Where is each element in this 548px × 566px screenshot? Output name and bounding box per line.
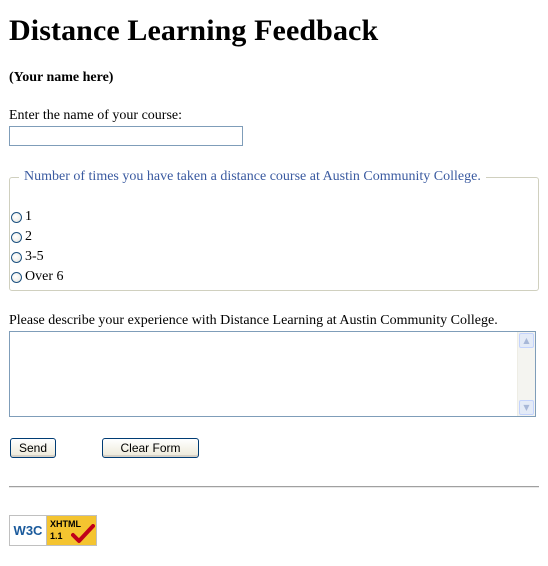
horizontal-divider [9,486,539,488]
times-option-3-5[interactable]: 3-5 [11,249,44,265]
scroll-up-arrow-icon[interactable]: ▲ [519,333,534,348]
option-label: 1 [25,209,32,224]
course-name-input[interactable] [9,126,243,146]
radio-button[interactable] [11,231,22,243]
scroll-down-arrow-icon[interactable]: ▼ [519,400,534,415]
times-fieldset: Number of times you have taken a distanc… [9,169,539,291]
option-label: Over 6 [25,269,64,284]
w3c-logo: W3C [13,523,43,538]
times-option-2[interactable]: 2 [11,229,32,245]
xhtml-version: 1.1 [50,531,63,541]
option-label: 2 [25,229,32,244]
radio-button[interactable] [11,251,22,263]
times-option-1[interactable]: 1 [11,209,32,225]
radio-button[interactable] [11,211,22,223]
radio-button[interactable] [11,271,22,283]
send-button[interactable]: Send [10,438,56,458]
option-label: 3-5 [25,249,44,264]
page-subtitle: (Your name here) [9,70,114,85]
experience-label: Please describe your experience with Dis… [9,313,498,328]
experience-textarea[interactable]: ▲ ▼ [9,331,536,417]
course-name-label: Enter the name of your course: [9,108,182,123]
vertical-scrollbar[interactable]: ▲ ▼ [517,332,535,416]
w3c-xhtml-badge[interactable]: W3C XHTML 1.1 [9,515,97,546]
times-legend: Number of times you have taken a distanc… [19,169,486,185]
clear-form-button[interactable]: Clear Form [102,438,199,458]
checkmark-icon [71,524,95,543]
page-title: Distance Learning Feedback [9,14,379,47]
times-option-over-6[interactable]: Over 6 [11,269,64,285]
xhtml-label-box: XHTML 1.1 [46,516,96,545]
